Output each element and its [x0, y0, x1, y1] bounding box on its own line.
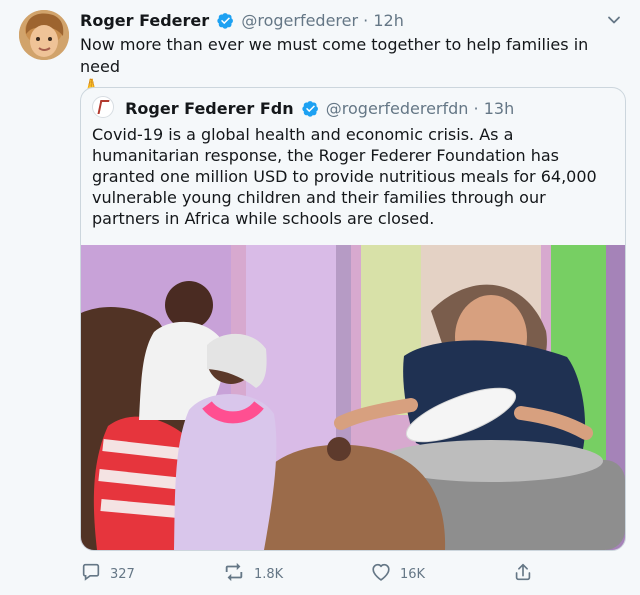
- retweet-count: 1.8K: [254, 567, 284, 582]
- tweet-message: Now more than ever we must come together…: [80, 35, 589, 76]
- like-button[interactable]: 16K: [370, 561, 425, 585]
- quoted-author-avatar[interactable]: [92, 96, 114, 118]
- retweet-button[interactable]: 1.8K: [222, 561, 283, 585]
- reply-count: 327: [110, 567, 135, 582]
- share-button[interactable]: [512, 561, 542, 585]
- tweet-timestamp[interactable]: 12h: [373, 11, 404, 30]
- author-name[interactable]: Roger Federer: [80, 11, 209, 30]
- share-icon: [515, 563, 531, 581]
- retweet-icon: [225, 562, 243, 582]
- reply-icon: [82, 563, 100, 581]
- quoted-tweet-photo[interactable]: [81, 245, 625, 550]
- time-separator: ·: [363, 11, 369, 30]
- quoted-tweet[interactable]: Roger Federer Fdn @rogerfedererfdn · 13h…: [80, 87, 626, 551]
- chevron-down-icon[interactable]: [606, 12, 622, 28]
- reply-button[interactable]: 327: [80, 561, 135, 585]
- quoted-time-separator: ·: [473, 99, 479, 118]
- verified-badge-icon: [302, 100, 319, 124]
- like-count: 16K: [400, 567, 426, 582]
- heart-icon: [372, 563, 390, 581]
- quoted-author-handle[interactable]: @rogerfedererfdn: [326, 99, 469, 118]
- quoted-author-name[interactable]: Roger Federer Fdn: [125, 99, 294, 118]
- author-handle[interactable]: @rogerfederer: [241, 11, 358, 30]
- quoted-tweet-timestamp[interactable]: 13h: [484, 99, 515, 118]
- tweet-header: Roger Federer @rogerfederer · 12h: [80, 10, 620, 32]
- tweet: Roger Federer @rogerfederer · 12h Now mo…: [0, 0, 640, 595]
- tweet-actions: 327 1.8K 16K: [80, 561, 540, 585]
- quoted-tweet-header: Roger Federer Fdn @rogerfedererfdn · 13h: [92, 96, 514, 120]
- quoted-tweet-text: Covid-19 is a global health and economic…: [92, 125, 597, 228]
- author-avatar[interactable]: [19, 10, 69, 60]
- verified-badge-icon: [217, 12, 234, 35]
